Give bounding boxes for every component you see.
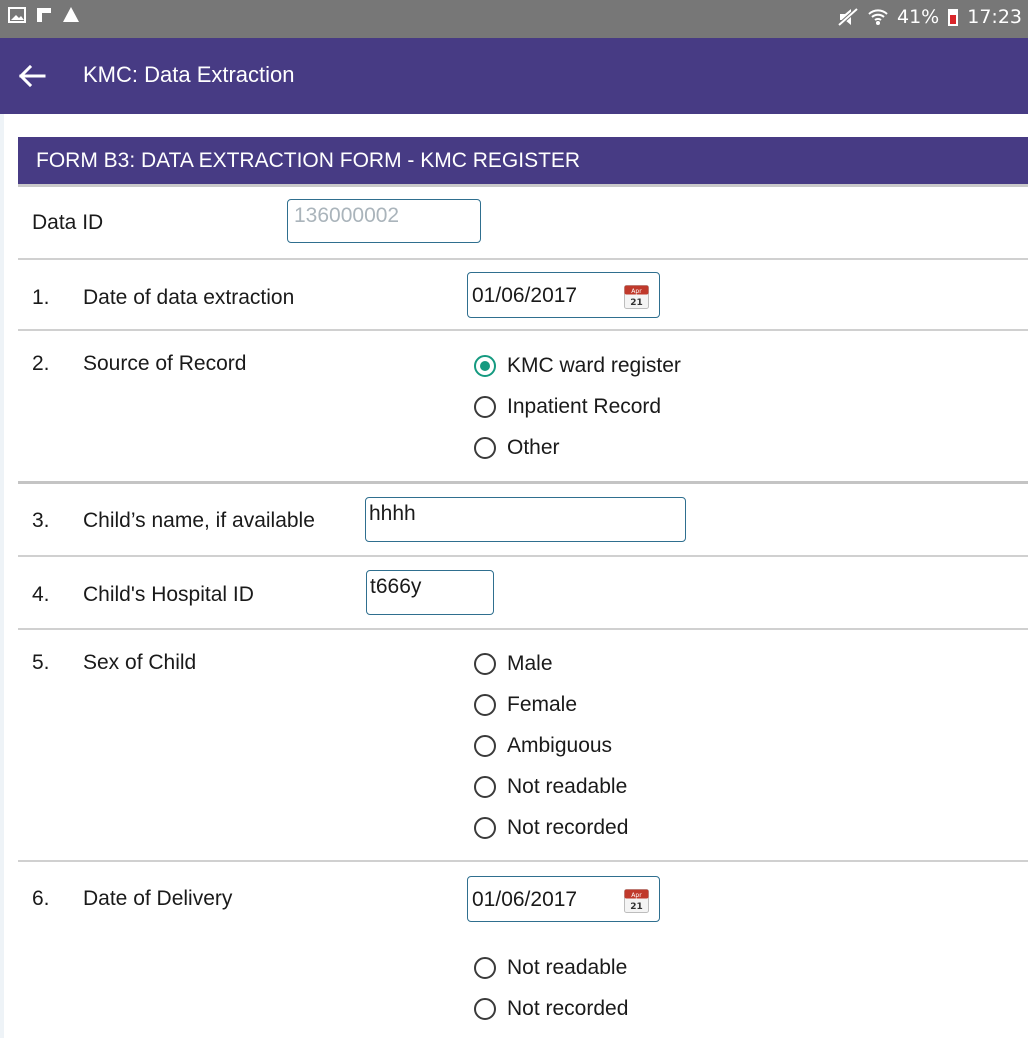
radio-unchecked-icon — [474, 776, 496, 798]
child-name-label: Child’s name, if available — [83, 509, 315, 532]
hospital-id-label: Child's Hospital ID — [83, 583, 254, 606]
divider — [18, 628, 1028, 630]
radio-label: Inpatient Record — [507, 395, 662, 418]
question-number: 4. — [32, 583, 50, 606]
radio-unchecked-icon — [474, 653, 496, 675]
date-value: 01/06/2017 — [472, 284, 578, 307]
radio-unchecked-icon — [474, 694, 496, 716]
radio-delivery-not-recorded[interactable]: Not recorded — [474, 994, 628, 1024]
calendar-icon[interactable]: Apr 21 — [624, 889, 649, 913]
calendar-month: Apr — [631, 288, 642, 295]
warning-icon — [63, 7, 79, 22]
radio-male[interactable]: Male — [474, 649, 553, 679]
form-section-header: FORM B3: DATA EXTRACTION FORM - KMC REGI… — [18, 137, 1028, 187]
divider — [18, 555, 1028, 557]
date-of-extraction-field[interactable]: 01/06/2017 Apr 21 — [467, 272, 660, 318]
battery-percent: 41% — [897, 6, 940, 28]
back-arrow-icon[interactable] — [14, 58, 50, 94]
data-id-label: Data ID — [32, 211, 104, 234]
radio-ambiguous[interactable]: Ambiguous — [474, 731, 612, 761]
radio-checked-icon — [474, 355, 496, 377]
calendar-icon[interactable]: Apr 21 — [624, 285, 649, 309]
radio-label: Not readable — [507, 775, 628, 798]
date-of-delivery-label: Date of Delivery — [83, 887, 233, 910]
calendar-month: Apr — [631, 892, 642, 899]
mute-icon — [837, 7, 859, 27]
radio-label: Not recorded — [507, 816, 629, 839]
radio-label: KMC ward register — [507, 354, 681, 377]
clock: 17:23 — [967, 6, 1022, 28]
page-title: KMC: Data Extraction — [83, 62, 295, 87]
form-title: FORM B3: DATA EXTRACTION FORM - KMC REGI… — [36, 149, 581, 172]
battery-icon — [948, 9, 959, 26]
radio-label: Ambiguous — [507, 734, 613, 757]
question-number: 2. — [32, 352, 50, 375]
radio-unchecked-icon — [474, 998, 496, 1020]
radio-delivery-not-readable[interactable]: Not readable — [474, 953, 627, 983]
edge-shadow — [0, 114, 4, 1038]
app-bar: KMC: Data Extraction — [0, 38, 1028, 114]
radio-label: Not readable — [507, 956, 628, 979]
divider — [18, 860, 1028, 862]
divider — [18, 329, 1028, 331]
calendar-day: 21 — [630, 902, 643, 912]
radio-female[interactable]: Female — [474, 690, 577, 720]
radio-unchecked-icon — [474, 396, 496, 418]
question-number: 6. — [32, 887, 50, 910]
data-id-field: 136000002 — [287, 199, 481, 243]
image-notification-icon — [8, 7, 26, 23]
hospital-id-input[interactable]: t666y — [366, 570, 494, 615]
radio-other[interactable]: Other — [474, 433, 560, 463]
date-of-extraction-label: Date of data extraction — [83, 286, 295, 309]
question-number: 1. — [32, 286, 50, 309]
calendar-day: 21 — [630, 298, 643, 308]
divider — [18, 258, 1028, 260]
child-name-input[interactable]: hhhh — [365, 497, 686, 542]
flipboard-notification-icon — [37, 8, 51, 22]
radio-inpatient-record[interactable]: Inpatient Record — [474, 392, 661, 422]
date-of-delivery-field[interactable]: 01/06/2017 Apr 21 — [467, 876, 660, 922]
radio-kmc-ward-register[interactable]: KMC ward register — [474, 351, 681, 381]
sex-of-child-label: Sex of Child — [83, 651, 197, 674]
radio-unchecked-icon — [474, 817, 496, 839]
radio-label: Female — [507, 693, 578, 716]
radio-label: Not recorded — [507, 997, 629, 1020]
question-number: 5. — [32, 651, 50, 674]
status-bar: 41% 17:23 — [0, 0, 1028, 38]
radio-unchecked-icon — [474, 957, 496, 979]
source-of-record-label: Source of Record — [83, 352, 247, 375]
divider — [18, 481, 1028, 484]
radio-label: Male — [507, 652, 553, 675]
wifi-icon — [868, 9, 888, 25]
radio-not-recorded[interactable]: Not recorded — [474, 813, 628, 843]
radio-unchecked-icon — [474, 437, 496, 459]
radio-not-readable[interactable]: Not readable — [474, 772, 627, 802]
radio-label: Other — [507, 436, 560, 459]
date-value: 01/06/2017 — [472, 888, 578, 911]
radio-unchecked-icon — [474, 735, 496, 757]
question-number: 3. — [32, 509, 50, 532]
